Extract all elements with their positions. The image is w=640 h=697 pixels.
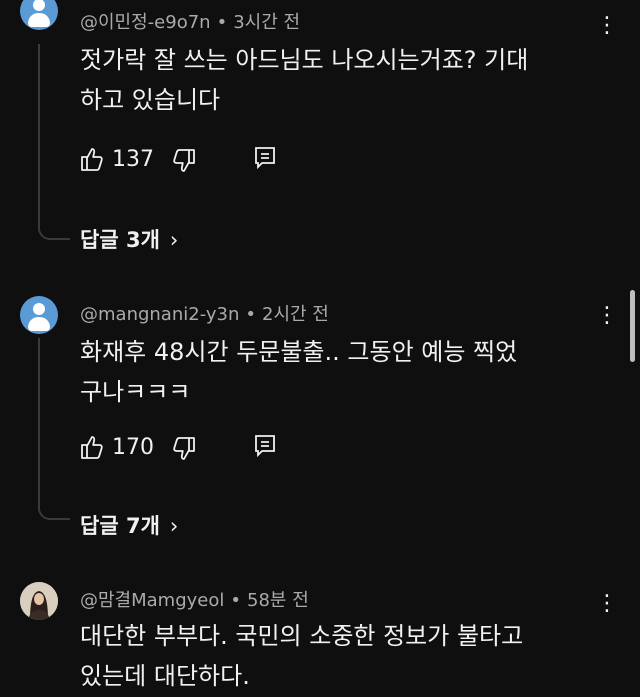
comment-text-line: 젓가락 잘 쓰는 아드님도 나오시는거죠? 기대 <box>80 46 529 74</box>
comment-text: 젓가락 잘 쓰는 아드님도 나오시는거죠? 기대 하고 있습니다 <box>80 40 600 120</box>
avatar-head-icon <box>33 0 45 11</box>
chevron-right-icon: › <box>169 514 179 538</box>
timestamp[interactable]: 3시간 전 <box>233 12 300 33</box>
like-count: 137 <box>112 147 154 172</box>
author-name[interactable]: @맘결Mamgyeol <box>80 590 224 611</box>
thumbs-up-icon[interactable] <box>80 434 104 460</box>
comment-text: 화재후 48시간 두문불출.. 그동안 예능 찍었 구나ㅋㅋㅋ <box>80 332 600 412</box>
avatar-body-icon <box>28 317 50 331</box>
comment-meta: @mangnani2-y3n • 2시간 전 <box>80 300 329 326</box>
thread-connector <box>38 338 70 520</box>
comment-text-line: 화재후 48시간 두문불출.. 그동안 예능 찍었 <box>80 338 518 366</box>
user-avatar[interactable] <box>20 296 58 334</box>
avatar-head-icon <box>33 303 45 315</box>
thumbs-down-icon[interactable] <box>172 436 196 462</box>
comment-text-line: 구나ㅋㅋㅋ <box>80 378 191 406</box>
profile-photo-icon <box>20 582 58 620</box>
timestamp[interactable]: 2시간 전 <box>262 304 329 325</box>
reply-comment-icon[interactable] <box>254 146 276 170</box>
separator-dot: • <box>216 12 228 33</box>
separator-dot: • <box>245 304 257 325</box>
reply-comment-icon[interactable] <box>254 434 276 458</box>
scrollbar-thumb[interactable] <box>630 290 635 362</box>
comment-meta: @맘결Mamgyeol • 58분 전 <box>80 586 309 612</box>
more-options-icon[interactable]: ⋮ <box>596 592 618 616</box>
author-name[interactable]: @이민정-e9o7n <box>80 12 211 33</box>
like-count: 170 <box>112 435 154 460</box>
comment-text-line: 대단한 부부다. 국민의 소중한 정보가 불타고 <box>80 622 524 650</box>
more-options-icon[interactable]: ⋮ <box>596 304 618 328</box>
separator-dot: • <box>230 590 242 611</box>
chevron-right-icon: › <box>169 228 179 252</box>
thread-connector <box>38 44 70 240</box>
thumbs-up-icon[interactable] <box>80 146 104 172</box>
photo-avatar[interactable] <box>20 582 58 620</box>
author-name[interactable]: @mangnani2-y3n <box>80 304 239 325</box>
comment-text-line: 하고 있습니다 <box>80 86 221 114</box>
replies-label: 답글 7개 <box>80 514 160 538</box>
thumbs-down-icon[interactable] <box>172 148 196 174</box>
user-avatar[interactable] <box>20 0 58 30</box>
comment-text: 대단한 부부다. 국민의 소중한 정보가 불타고 있는데 대단하다. <box>80 616 600 696</box>
replies-label: 답글 3개 <box>80 228 160 252</box>
more-options-icon[interactable]: ⋮ <box>596 14 618 38</box>
comment-text-line: 있는데 대단하다. <box>80 662 250 690</box>
avatar-body-icon <box>28 13 50 27</box>
view-replies-button[interactable]: 답글 3개 › <box>80 224 178 254</box>
view-replies-button[interactable]: 답글 7개 › <box>80 510 178 540</box>
timestamp[interactable]: 58분 전 <box>247 590 309 611</box>
comment-meta: @이민정-e9o7n • 3시간 전 <box>80 8 300 34</box>
